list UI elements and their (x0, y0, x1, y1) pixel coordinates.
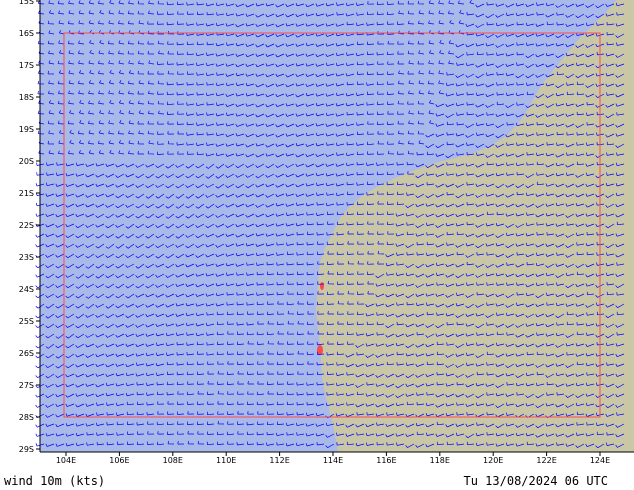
lat-label: 20S (19, 157, 34, 166)
lon-label: 124E (590, 456, 610, 465)
wind-map: 15S 16S 17S 18S 19S 20S 21S 22S 23S 24S 25S 26S 27S 2… (0, 0, 634, 490)
lat-label: 29S (19, 445, 34, 454)
lon-label: 104E (56, 456, 76, 465)
lon-label: 106E (109, 456, 129, 465)
lon-label: 120E (483, 456, 503, 465)
lat-label: 17S (19, 61, 34, 70)
lon-label: 122E (536, 456, 556, 465)
lat-label: 25S (19, 317, 34, 326)
valid-time-label: Tu 13/08/2024 06 UTC (463, 474, 609, 488)
longitude-axis: 104E 106E 108E 110E 112E 114E 116E 118E 120E 122E… (56, 452, 610, 465)
lon-label: 110E (216, 456, 236, 465)
lat-label: 15S (19, 0, 34, 6)
lon-label: 114E (323, 456, 343, 465)
lon-label: 112E (269, 456, 289, 465)
lat-label: 18S (19, 93, 34, 102)
lon-label: 116E (376, 456, 396, 465)
lon-label: 118E (430, 456, 450, 465)
island-2 (320, 282, 324, 290)
lat-label: 26S (19, 349, 34, 358)
lat-label: 19S (19, 125, 34, 134)
latitude-axis: 15S 16S 17S 18S 19S 20S 21S 22S 23S 24S 25S 26S 27S 2… (19, 0, 40, 454)
island-1 (317, 345, 323, 355)
lat-label: 24S (19, 285, 34, 294)
field-label: wind 10m (kts) (4, 474, 106, 488)
lat-label: 22S (19, 221, 34, 230)
lat-label: 21S (19, 189, 34, 198)
lat-label: 27S (19, 381, 34, 390)
lat-label: 23S (19, 253, 34, 262)
lat-label: 28S (19, 413, 34, 422)
lat-label: 16S (19, 29, 34, 38)
lon-label: 108E (163, 456, 183, 465)
wind-map-canvas: 15S 16S 17S 18S 19S 20S 21S 22S 23S 24S 25S 26S 27S 2… (19, 0, 634, 465)
